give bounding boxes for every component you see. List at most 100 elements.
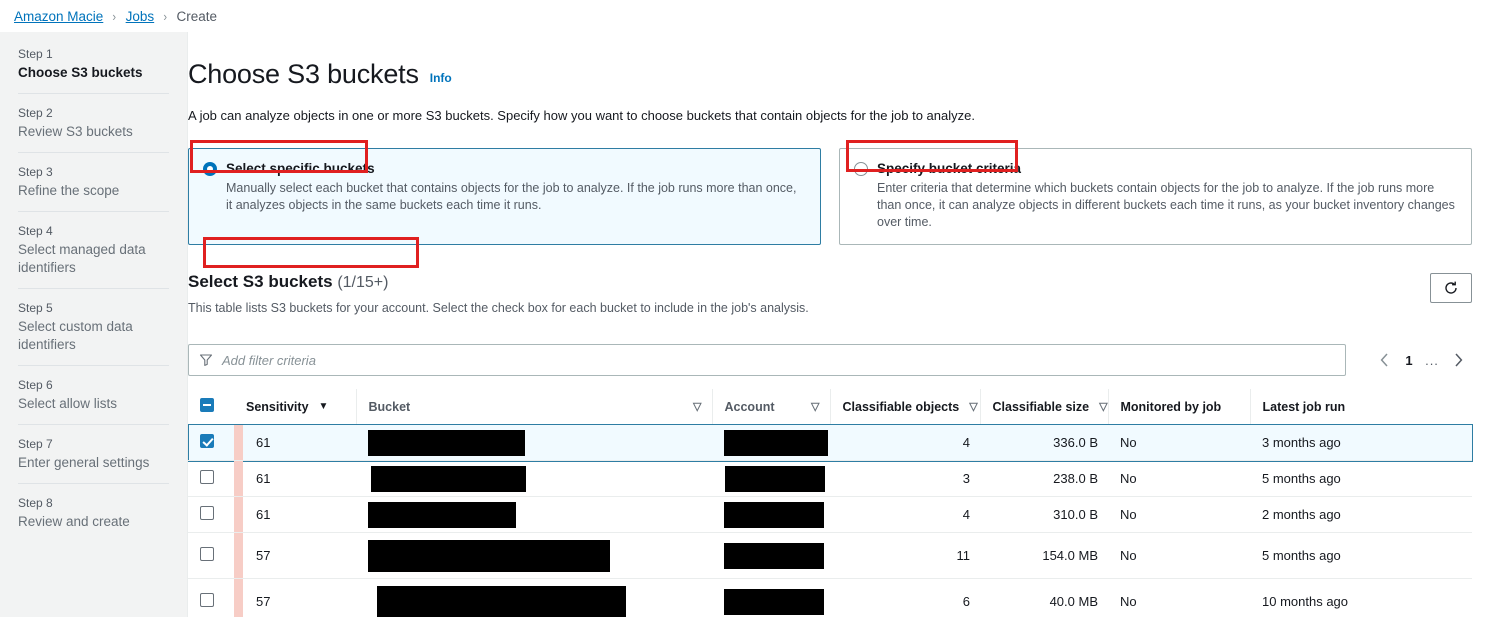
cell-latest-job-run: 10 months ago (1250, 578, 1472, 617)
row-checkbox[interactable] (200, 470, 214, 484)
cell-bucket (356, 460, 712, 497)
select-s3-buckets-panel: Select S3 buckets (1/15+) This table lis… (188, 271, 1480, 617)
radio-specify-bucket-criteria[interactable] (854, 161, 868, 176)
main-content: Choose S3 buckets Info A job can analyze… (188, 32, 1488, 617)
sidebar-step-6[interactable]: Step 6 Select allow lists (0, 377, 187, 413)
breadcrumb-item-jobs[interactable]: Jobs (126, 9, 155, 24)
redacted-bucket-name (371, 465, 526, 492)
step-divider (18, 483, 169, 484)
step-label: Select custom data identifiers (18, 319, 133, 352)
row-checkbox[interactable] (200, 506, 214, 520)
table-row[interactable]: 61 4 310.0 B No 2 months ago (188, 496, 1472, 533)
sidebar-step-2[interactable]: Step 2 Review S3 buckets (0, 105, 187, 141)
sidebar-step-7[interactable]: Step 7 Enter general settings (0, 436, 187, 472)
cell-account (712, 496, 830, 533)
column-header-label: Latest job run (1262, 399, 1346, 414)
row-checkbox[interactable] (200, 434, 214, 448)
step-divider (18, 152, 169, 153)
chevron-left-icon (1380, 353, 1388, 367)
cell-classifiable-size: 336.0 B (980, 424, 1108, 461)
page-title: Choose S3 buckets (188, 59, 419, 89)
row-select-cell (188, 460, 234, 497)
row-checkbox[interactable] (200, 547, 214, 561)
sort-icon[interactable]: ▽ (811, 400, 819, 413)
step-divider (18, 288, 169, 289)
sidebar-step-1[interactable]: Step 1 Choose S3 buckets (0, 46, 187, 82)
step-label: Review S3 buckets (18, 124, 133, 139)
sort-icon[interactable]: ▽ (693, 400, 701, 413)
panel-selection-count: (1/15+) (337, 274, 389, 291)
redacted-bucket-name (368, 539, 610, 572)
pagination-page-1[interactable]: 1 (1398, 353, 1420, 368)
step-label: Select managed data identifiers (18, 242, 146, 275)
cell-monitored-by-job: No (1108, 578, 1250, 617)
filter-input-wrapper[interactable]: Add filter criteria (188, 344, 1346, 376)
table-row[interactable]: 57 11 154.0 MB No 5 months ago (188, 532, 1472, 579)
redacted-account-id (724, 542, 824, 569)
info-link[interactable]: Info (430, 71, 452, 85)
sensitivity-value: 61 (256, 507, 271, 522)
row-checkbox[interactable] (200, 593, 214, 607)
option-select-specific-buckets[interactable]: Select specific buckets Manually select … (188, 148, 821, 245)
step-label: Enter general settings (18, 455, 150, 470)
redacted-account-id (724, 501, 824, 528)
cell-classifiable-objects: 11 (830, 532, 980, 579)
column-classifiable-objects[interactable]: Classifiable objects ▽ (829, 389, 980, 425)
column-header-label: Classifiable size (992, 399, 1090, 414)
cell-classifiable-size: 238.0 B (980, 460, 1108, 497)
row-select-cell (188, 578, 234, 617)
sort-icon[interactable]: ▽ (969, 400, 977, 413)
step-number: Step 4 (18, 224, 53, 238)
filter-placeholder: Add filter criteria (222, 352, 316, 368)
pagination-prev-button[interactable] (1370, 345, 1398, 375)
sidebar-step-8[interactable]: Step 8 Review and create (0, 495, 187, 531)
select-all-checkbox[interactable] (200, 398, 214, 412)
chevron-right-icon (1454, 353, 1462, 367)
cell-classifiable-size: 154.0 MB (980, 532, 1108, 579)
column-monitored-by-job: Monitored by job (1107, 389, 1250, 425)
column-latest-job-run: Latest job run (1249, 389, 1472, 425)
breadcrumb-separator-icon: › (112, 8, 117, 24)
sidebar-step-3[interactable]: Step 3 Refine the scope (0, 164, 187, 200)
table-row[interactable]: 61 4 336.0 B No 3 months ago (188, 423, 1473, 462)
table-header-row: Sensitivity ▼ Bucket ▽ Account ▽ Classif… (188, 389, 1472, 425)
redacted-account-id (724, 429, 828, 456)
cell-monitored-by-job: No (1108, 424, 1250, 461)
sidebar-step-5[interactable]: Step 5 Select custom data identifiers (0, 300, 187, 354)
sensitivity-value: 61 (256, 435, 271, 450)
sensitivity-bar (234, 497, 243, 532)
pagination-next-button[interactable] (1444, 345, 1472, 375)
table-row[interactable]: 57 6 40.0 MB No 10 months ago (188, 578, 1472, 617)
sidebar-step-4[interactable]: Step 4 Select managed data identifiers (0, 223, 187, 277)
refresh-button[interactable] (1430, 273, 1472, 303)
column-account[interactable]: Account ▽ (711, 389, 830, 425)
redacted-account-id (724, 588, 824, 615)
column-sensitivity[interactable]: Sensitivity ▼ (234, 389, 356, 425)
sensitivity-bar (234, 533, 243, 578)
cell-bucket (356, 424, 712, 461)
step-label: Choose S3 buckets (18, 65, 143, 80)
radio-select-specific-buckets[interactable] (203, 161, 217, 176)
step-label: Select allow lists (18, 396, 118, 411)
page-header: Choose S3 buckets Info (188, 58, 1480, 90)
breadcrumb-item-create: Create (176, 8, 218, 24)
cell-sensitivity: 57 (234, 532, 356, 579)
column-classifiable-size[interactable]: Classifiable size ▽ (979, 389, 1108, 425)
option-description: Manually select each bucket that contain… (226, 181, 797, 212)
cell-bucket (356, 578, 712, 617)
option-title: Specify bucket criteria (877, 161, 1022, 176)
column-bucket[interactable]: Bucket ▽ (355, 389, 712, 425)
sort-descending-icon[interactable]: ▼ (319, 401, 329, 412)
breadcrumb-item-amazon-macie[interactable]: Amazon Macie (14, 9, 103, 24)
cell-sensitivity: 61 (234, 496, 356, 533)
option-specify-bucket-criteria[interactable]: Specify bucket criteria Enter criteria t… (839, 148, 1472, 245)
redacted-account-id (725, 465, 825, 492)
column-header-label: Account (724, 399, 775, 414)
sort-icon[interactable]: ▽ (1099, 400, 1107, 413)
step-label: Refine the scope (18, 183, 120, 198)
cell-bucket (356, 496, 712, 533)
table-row[interactable]: 61 3 238.0 B No 5 months ago (188, 460, 1472, 497)
s3-buckets-table: Sensitivity ▼ Bucket ▽ Account ▽ Classif… (188, 389, 1473, 617)
sensitivity-value: 57 (256, 594, 271, 609)
cell-account (712, 578, 830, 617)
